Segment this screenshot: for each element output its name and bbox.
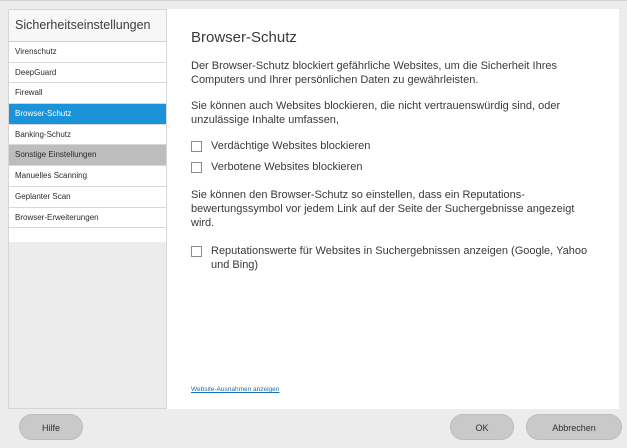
forbidden-sites-checkbox[interactable]: [191, 162, 202, 173]
block-options: Verdächtige Websites blockieren Verboten…: [191, 139, 595, 174]
sidebar-empty-area: [9, 242, 166, 408]
forbidden-sites-option[interactable]: Verbotene Websites blockieren: [191, 160, 595, 174]
description-paragraph: Der Browser-Schutz blockiert gefährliche…: [191, 60, 558, 86]
ok-button[interactable]: OK: [450, 414, 514, 440]
sidebar: Sicherheitseinstellungen Virenschutz Dee…: [8, 9, 167, 409]
page-title: Browser-Schutz: [191, 29, 297, 46]
reputation-info-paragraph: Sie können den Browser-Schutz so einstel…: [191, 189, 575, 229]
suspicious-sites-label: Verdächtige Websites blockieren: [211, 140, 371, 152]
sidebar-item-virenschutz[interactable]: Virenschutz: [9, 42, 166, 63]
settings-window: Sicherheitseinstellungen Virenschutz Dee…: [0, 0, 627, 448]
sidebar-title: Sicherheitseinstellungen: [9, 10, 166, 42]
sidebar-item-manuelles-scanning[interactable]: Manuelles Scanning: [9, 166, 166, 187]
sidebar-item-browser-erweiterungen[interactable]: Browser-Erweiterungen: [9, 207, 166, 229]
sidebar-item-browser-schutz[interactable]: Browser-Schutz: [9, 104, 166, 125]
suspicious-sites-checkbox[interactable]: [191, 141, 202, 152]
sidebar-item-firewall[interactable]: Firewall: [9, 83, 166, 105]
help-button[interactable]: Hilfe: [19, 414, 83, 440]
reputation-option[interactable]: Reputationswerte für Websites in Sucherg…: [191, 244, 595, 272]
sidebar-section-sonstige-einstellungen[interactable]: Sonstige Einstellungen: [9, 145, 166, 167]
suspicious-sites-option[interactable]: Verdächtige Websites blockieren: [191, 139, 595, 153]
reputation-label: Reputationswerte für Websites in Sucherg…: [211, 245, 588, 271]
content-panel: Browser-Schutz Der Browser-Schutz blocki…: [167, 9, 619, 409]
cancel-button[interactable]: Abbrechen: [526, 414, 622, 440]
website-exceptions-link[interactable]: Website-Ausnahmen anzeigen: [191, 386, 279, 393]
block-info-paragraph: Sie können auch Websites blockieren, die…: [191, 100, 561, 126]
sidebar-item-deepguard[interactable]: DeepGuard: [9, 62, 166, 84]
reputation-checkbox[interactable]: [191, 246, 202, 257]
sidebar-item-geplanter-scan[interactable]: Geplanter Scan: [9, 186, 166, 208]
sidebar-item-banking-schutz[interactable]: Banking-Schutz: [9, 124, 166, 146]
forbidden-sites-label: Verbotene Websites blockieren: [211, 161, 363, 173]
